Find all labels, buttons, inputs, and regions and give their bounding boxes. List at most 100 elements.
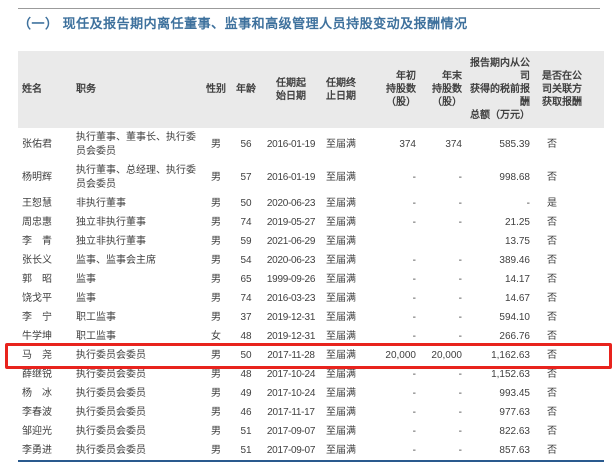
table-cell: 否 (534, 346, 604, 365)
table-cell: 2017-11-28 (260, 346, 322, 365)
table-cell: - (420, 403, 466, 422)
table-cell: 男 (200, 422, 232, 441)
table-cell: 男 (200, 161, 232, 194)
table-row-highlighted: 马 尧执行委员会委员男 50 2017-11-28 至届满 20,000 20,000 1,… (18, 346, 604, 365)
table-cell: 2017-10-24 (260, 365, 322, 384)
table-cell: 至届满 (322, 289, 374, 308)
table-cell: 至届满 (322, 327, 374, 346)
table-cell: 48 (232, 327, 260, 346)
table-cell: 否 (534, 232, 604, 251)
table-cell: 杨明辉 (18, 161, 72, 194)
table-cell: 男 (200, 270, 232, 289)
table-cell: 585.39 (466, 128, 534, 161)
document-page: （一） 现任及报告期内离任董事、监事和高级管理人员持股变动及报酬情况 姓名 职务性… (0, 0, 613, 462)
table-row: 王恕慧 非执行董事男 50 2020-06-23 至届满 - - - 是 (18, 194, 604, 213)
table-cell: - (374, 194, 420, 213)
table-cell: 至届满 (322, 232, 374, 251)
table-cell: 至届满 (322, 422, 374, 441)
column-header: 年末 持股数 （股） (420, 51, 466, 128)
table-cell: 男 (200, 232, 232, 251)
table-cell: 至届满 (322, 384, 374, 403)
table-cell: 至届满 (322, 251, 374, 270)
table-cell: 薛继锐 (18, 365, 72, 384)
table-row: 邹迎光 执行委员会委员男 51 2017-09-07 至届满 - -822.63 否 (18, 422, 604, 441)
table-cell: 49 (232, 384, 260, 403)
table-cell: 否 (534, 289, 604, 308)
table-cell: 周忠惠 (18, 213, 72, 232)
column-header: 年龄 (232, 51, 260, 128)
table-cell: 监事、监事会主席 (72, 251, 200, 270)
table-cell: 否 (534, 422, 604, 441)
table-cell: 职工监事 (72, 327, 200, 346)
table-row: 薛继锐 执行委员会委员男 48 2017-10-24 至届满 - -1,152.63 否 (18, 365, 604, 384)
column-header: 任期起 始日期 (260, 51, 322, 128)
column-header: 性别 (200, 51, 232, 128)
table-cell: 执行委员会委员 (72, 365, 200, 384)
table-cell: 王恕慧 (18, 194, 72, 213)
table-cell: 74 (232, 289, 260, 308)
table-cell: 48 (232, 365, 260, 384)
table-cell: 374 (420, 128, 466, 161)
table-cell: 李勇进 (18, 441, 72, 462)
table-cell: 2016-01-19 (260, 161, 322, 194)
table-cell: 13.75 (466, 232, 534, 251)
table-row: 牛学坤 职工监事女 48 2019-12-31 至届满 - -266.76 否 (18, 327, 604, 346)
table-cell: 50 (232, 346, 260, 365)
table-cell: 至届满 (322, 308, 374, 327)
table-header-row: 姓名 职务 性别 年龄 任期起 始日期 任期终 止日期 年初 持股数 （股） 年末 持股数 （… (18, 51, 604, 128)
table-cell: 51 (232, 422, 260, 441)
table-cell: - (420, 213, 466, 232)
table-cell: - (466, 194, 534, 213)
table-cell: 张佑君 (18, 128, 72, 161)
table-row: 饶戈平 监事男 74 2016-03-23 至届满 - -14.67 否 (18, 289, 604, 308)
table-cell: 杨 冰 (18, 384, 72, 403)
table-cell: 2020-06-23 (260, 251, 322, 270)
table-cell: 至届满 (322, 365, 374, 384)
table-cell: 2019-12-31 (260, 308, 322, 327)
table-cell: - (374, 441, 420, 462)
table-cell: - (374, 161, 420, 194)
table-cell: 邹迎光 (18, 422, 72, 441)
table-cell: - (420, 308, 466, 327)
table-cell: - (374, 327, 420, 346)
table-cell: 男 (200, 384, 232, 403)
table-cell: - (420, 327, 466, 346)
top-divider (18, 8, 600, 9)
table-cell: 389.46 (466, 251, 534, 270)
table-cell: 否 (534, 251, 604, 270)
table-cell: 266.76 (466, 327, 534, 346)
table-row: 李 青独立非执行董事男 59 2021-06-29 至届满 13.75 否 (18, 232, 604, 251)
table-cell: 男 (200, 441, 232, 462)
table-cell: 非执行董事 (72, 194, 200, 213)
table-cell: 20,000 (420, 346, 466, 365)
table-cell: 2017-10-24 (260, 384, 322, 403)
table-cell: 否 (534, 365, 604, 384)
table-cell: 李 宁 (18, 308, 72, 327)
table-cell: 46 (232, 403, 260, 422)
table-cell: 51 (232, 441, 260, 462)
table-cell: 独立非执行董事 (72, 213, 200, 232)
table-cell: 2016-01-19 (260, 128, 322, 161)
table-cell: 执行委员会委员 (72, 422, 200, 441)
holdings-table: 姓名 职务 性别 年龄 任期起 始日期 任期终 止日期 年初 持股数 （股） 年末 持股数 （… (18, 51, 604, 462)
table-cell: 否 (534, 308, 604, 327)
table-cell: 男 (200, 289, 232, 308)
table-row: 郭 昭监事男 65 1999-09-26 至届满 - -14.17 否 (18, 270, 604, 289)
table-cell: 至届满 (322, 128, 374, 161)
table-cell: 否 (534, 384, 604, 403)
table-cell: 男 (200, 194, 232, 213)
table-cell: 至届满 (322, 403, 374, 422)
table-cell: 374 (374, 128, 420, 161)
table-cell: - (374, 308, 420, 327)
table-cell: 否 (534, 161, 604, 194)
column-header: 姓名 (18, 51, 72, 128)
table-cell: 李春波 (18, 403, 72, 422)
column-header: 报告期内从公司 获得的税前报酬 总额（万元） (466, 51, 534, 128)
table-cell: 56 (232, 128, 260, 161)
table-row: 张佑君 执行董事、董事长、执行委员会委员男 56 2016-01-19 至届满 374 37… (18, 128, 604, 161)
table-cell: 是 (534, 194, 604, 213)
table-cell: 男 (200, 308, 232, 327)
table-cell: 54 (232, 251, 260, 270)
table-cell: 至届满 (322, 161, 374, 194)
table-cell: - (374, 403, 420, 422)
